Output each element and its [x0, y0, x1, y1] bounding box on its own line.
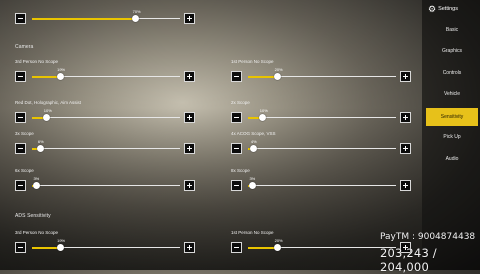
ads-right-0-label: 1st Person No Scope: [231, 230, 274, 235]
camera-right-0-label: 1st Person No Scope: [231, 59, 274, 64]
top-slider-value: 70%: [132, 9, 141, 14]
camera-right-3-track[interactable]: [248, 185, 396, 186]
camera-left-1-minus-icon[interactable]: [15, 112, 26, 123]
camera-left-2-minus-icon[interactable]: [15, 143, 26, 154]
camera-left-1-plus-icon[interactable]: [184, 112, 195, 123]
sidebar-item-graphics[interactable]: Graphics: [426, 42, 478, 60]
camera-right-3-value: 3%: [249, 176, 256, 181]
ads-left-0-handle[interactable]: [56, 244, 64, 251]
camera-right-1-label: 2x Scope: [231, 100, 250, 105]
background-scene: [0, 0, 422, 270]
camera-left-1-track[interactable]: [32, 117, 180, 118]
camera-right-0-value: 20%: [274, 67, 283, 72]
camera-left-3-label: 6x Scope: [15, 168, 34, 173]
sidebar-item-vehicle[interactable]: Vehicle: [426, 85, 478, 103]
camera-right-1-minus-icon[interactable]: [231, 112, 242, 123]
sidebar-item-basic[interactable]: Basic: [426, 21, 478, 39]
camera-right-2-minus-icon[interactable]: [231, 143, 242, 154]
sidebar-item-label: Graphics: [441, 48, 462, 54]
camera-right-3-minus-icon[interactable]: [231, 180, 242, 191]
ads-section-title: ADS Sensitivity: [15, 213, 51, 219]
camera-left-0-fill: [32, 75, 61, 78]
camera-right-1-value: 10%: [259, 108, 268, 113]
camera-left-0-minus-icon[interactable]: [15, 71, 26, 82]
paytm-watermark: PayTM : 9004874438: [380, 232, 476, 242]
top-slider-fill: [32, 17, 136, 20]
camera-right-0-minus-icon[interactable]: [231, 71, 242, 82]
sidebar-item-label: Basic: [445, 27, 459, 33]
sidebar-item-label: Controls: [442, 70, 462, 76]
camera-right-3-label: 8x Scope: [231, 168, 250, 173]
ads-left-0-plus-icon[interactable]: [184, 242, 195, 253]
camera-left-0-value: 19%: [57, 67, 66, 72]
camera-left-2-plus-icon[interactable]: [184, 143, 195, 154]
ads-left-0-label: 3rd Person No Scope: [15, 230, 59, 235]
sidebar-item-sensitivity[interactable]: Sensitivity: [426, 108, 478, 126]
camera-right-3-handle[interactable]: [248, 182, 256, 189]
sidebar-item-label: Vehicle: [443, 91, 461, 97]
settings-title: Settings: [438, 6, 458, 12]
sidebar-item-pick-up[interactable]: Pick Up: [426, 128, 478, 146]
sidebar-item-label: Pick Up: [443, 134, 461, 140]
camera-right-0-plus-icon[interactable]: [400, 71, 411, 82]
camera-left-0-label: 3rd Person No Scope: [15, 59, 59, 64]
sidebar-item-controls[interactable]: Controls: [426, 64, 478, 82]
camera-right-1-plus-icon[interactable]: [400, 112, 411, 123]
settings-header: ⚙ Settings: [428, 3, 458, 15]
camera-left-3-value: 3%: [33, 176, 40, 181]
ads-left-0-minus-icon[interactable]: [15, 242, 26, 253]
camera-right-3-plus-icon[interactable]: [400, 180, 411, 191]
ads-right-0-minus-icon[interactable]: [231, 242, 242, 253]
camera-left-1-value: 10%: [43, 108, 52, 113]
camera-section-title: Camera: [15, 44, 34, 50]
ads-left-0-fill: [32, 246, 61, 249]
camera-left-0-plus-icon[interactable]: [184, 71, 195, 82]
camera-left-2-label: 3x Scope: [15, 131, 34, 136]
camera-right-2-plus-icon[interactable]: [400, 143, 411, 154]
sidebar-item-label: Sensitivity: [440, 114, 464, 120]
camera-left-2-track[interactable]: [32, 148, 180, 149]
ads-right-0-value: 20%: [274, 238, 283, 243]
camera-left-1-label: Red Dot, Holographic, Aim Assist: [15, 100, 82, 105]
camera-left-0-handle[interactable]: [56, 73, 64, 80]
camera-left-3-track[interactable]: [32, 185, 180, 186]
camera-right-2-track[interactable]: [248, 148, 396, 149]
gear-icon: ⚙: [428, 3, 437, 14]
camera-right-2-label: 4x ACOG Scope, VSS: [231, 131, 276, 136]
top-slider-minus-icon[interactable]: [15, 13, 26, 24]
camera-left-3-plus-icon[interactable]: [184, 180, 195, 191]
camera-right-2-value: 4%: [250, 139, 257, 144]
camera-left-3-handle[interactable]: [32, 182, 40, 189]
camera-left-2-value: 6%: [37, 139, 44, 144]
top-slider-plus-icon[interactable]: [184, 13, 195, 24]
camera-left-3-minus-icon[interactable]: [15, 180, 26, 191]
camera-right-1-track[interactable]: [248, 117, 396, 118]
ads-left-0-value: 19%: [57, 238, 66, 243]
sidebar-item-audio[interactable]: Audio: [426, 150, 478, 168]
sidebar-item-label: Audio: [445, 156, 459, 162]
